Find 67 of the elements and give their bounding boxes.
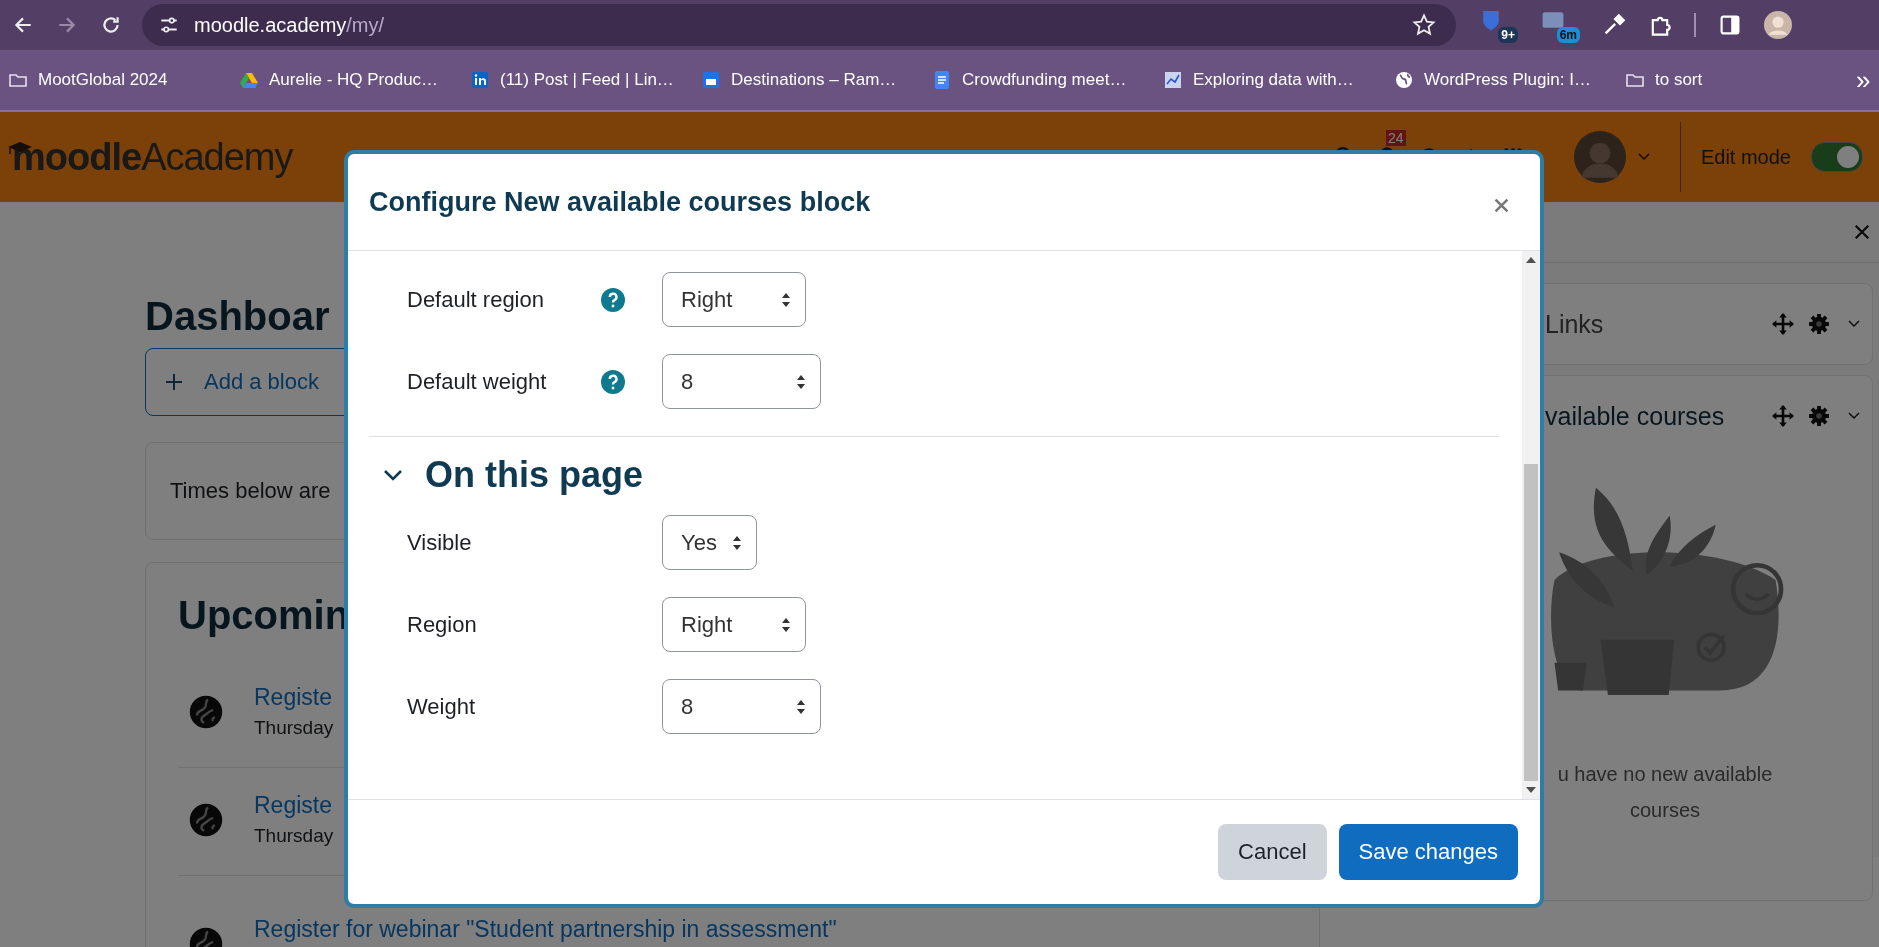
settings-icon[interactable] xyxy=(1808,313,1830,335)
notice-text: Times below are xyxy=(170,478,331,504)
more-bookmarks-button[interactable]: » xyxy=(1856,64,1871,96)
edit-mode-label: Edit mode xyxy=(1700,145,1791,169)
bookmark[interactable]: (11) Post | Feed | Lin… xyxy=(470,70,701,90)
edit-mode-toggle[interactable] xyxy=(1811,142,1863,172)
scroll-up-icon[interactable] xyxy=(1526,257,1536,263)
page-heading: Dashboar xyxy=(145,294,330,338)
bookmark[interactable]: MootGlobal 2024 xyxy=(8,70,239,90)
help-icon[interactable] xyxy=(601,287,625,312)
dialog-button[interactable]: Cancel xyxy=(1218,824,1327,880)
field-label: Weight xyxy=(407,693,477,720)
reload-icon[interactable] xyxy=(100,14,122,36)
help-icon[interactable] xyxy=(601,369,625,394)
block-title: Links xyxy=(1544,309,1604,339)
eyedropper-icon[interactable] xyxy=(1602,13,1626,37)
settings-icon[interactable] xyxy=(1808,405,1830,427)
plus-icon xyxy=(164,372,184,392)
tile-icon xyxy=(701,70,721,90)
field-label: Default region xyxy=(407,286,545,313)
bookmark[interactable]: Exploring data with… xyxy=(1163,70,1394,90)
dropdown-select[interactable]: Right xyxy=(662,272,806,327)
triangle-logo-icon xyxy=(239,70,259,90)
sort-arrows-icon xyxy=(732,534,742,551)
field-label: Visible xyxy=(407,529,473,556)
move-icon[interactable] xyxy=(1772,313,1794,335)
globe-icon xyxy=(1394,70,1414,90)
globe-icon xyxy=(188,802,224,838)
chevron-down-icon[interactable] xyxy=(1848,412,1860,420)
in-logo-icon xyxy=(470,70,490,90)
scrollbar[interactable] xyxy=(1522,251,1540,799)
dropdown-select[interactable]: Yes xyxy=(662,515,757,570)
bookmark-star-icon[interactable] xyxy=(1412,13,1436,37)
sort-arrows-icon xyxy=(796,698,806,715)
move-icon[interactable] xyxy=(1772,405,1794,427)
bookmark[interactable]: Destinations – Ram… xyxy=(701,70,932,90)
bookmark[interactable]: to sort xyxy=(1625,70,1856,90)
sort-arrows-icon xyxy=(781,616,791,633)
dialog-title: Configure New available courses block xyxy=(369,186,871,218)
empty-state-text: u have no new available courses xyxy=(1556,762,1774,823)
block-title: vailable courses xyxy=(1544,401,1725,431)
profile-avatar-icon[interactable] xyxy=(1764,11,1792,39)
section-toggle[interactable]: On this page xyxy=(369,451,1499,499)
chevron-down-icon[interactable] xyxy=(1848,320,1860,328)
event-date: Thursday xyxy=(254,717,334,739)
close-icon[interactable] xyxy=(1853,223,1871,241)
bookmark[interactable]: WordPress Plugin: I… xyxy=(1394,70,1625,90)
scroll-down-icon[interactable] xyxy=(1526,787,1536,793)
side-panel-icon[interactable] xyxy=(1718,13,1742,37)
chevron-down-icon xyxy=(383,469,403,481)
chart-icon xyxy=(1163,70,1183,90)
bookmark[interactable]: Aurelie - HQ Produc… xyxy=(239,70,470,90)
address-bar[interactable]: moodle.academy/my/ xyxy=(142,4,1456,46)
document-icon xyxy=(932,70,952,90)
dialog-button[interactable]: Save changes xyxy=(1338,824,1518,880)
sort-arrows-icon xyxy=(781,291,791,308)
sort-arrows-icon xyxy=(796,373,806,390)
close-icon[interactable] xyxy=(1493,196,1510,214)
dropdown-select[interactable]: 8 xyxy=(662,354,821,409)
bookmark[interactable]: Crowdfunding meet… xyxy=(932,70,1163,90)
dropdown-select[interactable]: 8 xyxy=(662,679,821,734)
dropdown-select[interactable]: Right xyxy=(662,597,806,652)
field-label: Region xyxy=(407,611,478,638)
block-title: Upcomin xyxy=(178,593,350,638)
globe-icon xyxy=(188,694,224,730)
notification-count: 24 xyxy=(1385,130,1406,146)
event-date: Thursday xyxy=(254,825,334,847)
